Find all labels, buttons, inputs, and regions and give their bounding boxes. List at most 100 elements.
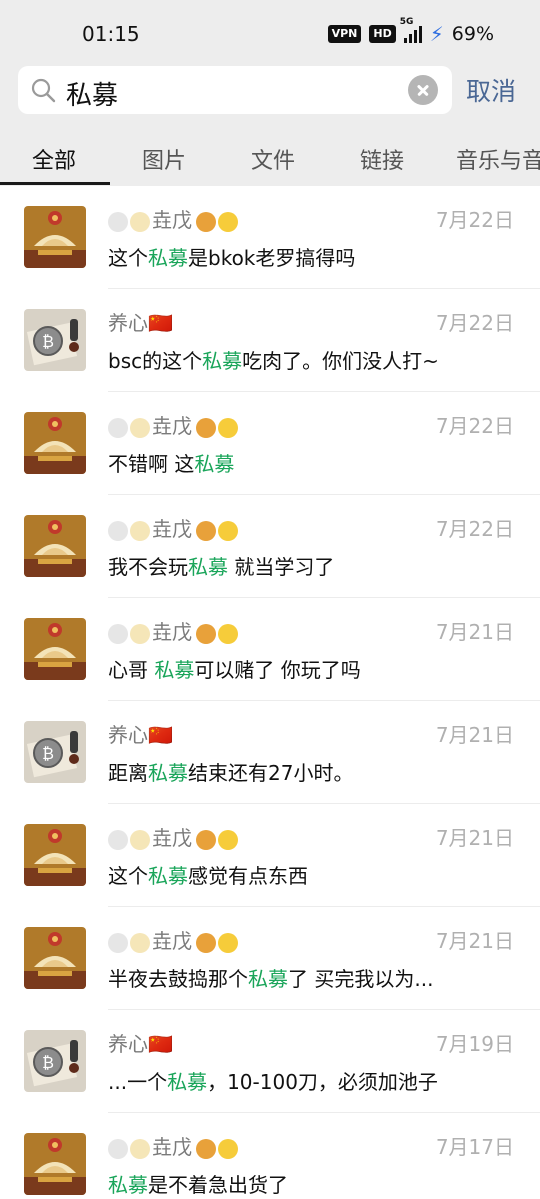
snippet-text: 结束还有27小时。 (188, 761, 354, 785)
keyword-highlight: 私募 (194, 452, 235, 476)
moon-emoji-icon (130, 932, 150, 953)
avatar (24, 1133, 86, 1195)
sender-name: 垚戊 (108, 1131, 240, 1160)
moon-emoji-icon (130, 520, 150, 541)
sender-name-text: 垚戊 (152, 826, 192, 850)
shell-emoji-icon (108, 211, 128, 232)
snippet-text: 了 买完我以为... (288, 967, 434, 991)
sender-name-text: 垚戊 (152, 208, 192, 232)
moon-emoji-icon (130, 1138, 150, 1159)
snippet-text: 距离 (108, 761, 148, 785)
sender-name: 垚戊 (108, 204, 240, 233)
sender-name: 垚戊 (108, 616, 240, 645)
avatar: ₿ (24, 309, 86, 371)
keyword-highlight: 私募 (148, 246, 188, 270)
search-result-row[interactable]: 垚戊 7月22日我不会玩私募 就当学习了 (0, 495, 540, 598)
message-snippet: bsc的这个私募吃肉了。你们没人打~ (108, 345, 439, 374)
search-result-row[interactable]: 垚戊 7月22日 这个私募是bkok老罗搞得吗 (0, 186, 540, 289)
network-type: 5G (399, 17, 414, 27)
avatar (24, 927, 86, 989)
message-snippet: 私募是不着急出货了 (108, 1169, 288, 1198)
sender-name-text: 垚戊 (152, 517, 192, 541)
keyword-highlight: 私募 (202, 349, 243, 373)
smile-emoji-icon (218, 417, 238, 438)
honey-emoji-icon (196, 932, 216, 953)
search-result-row[interactable]: 垚戊 7月22日 不错啊 这私募 (0, 392, 540, 495)
tab-all[interactable]: 全部 (32, 143, 76, 175)
sender-name: 养心🇨🇳 (108, 307, 173, 336)
smile-emoji-icon (218, 1138, 238, 1159)
snippet-text: ...一个 (108, 1070, 168, 1094)
sender-name: 养心🇨🇳 (108, 719, 173, 748)
status-bar: 01:15 VPN HD 5G ⚡ 69% (0, 0, 540, 66)
search-result-row[interactable]: 垚戊 7月21日 心哥 私募可以赌了 你玩了吗 (0, 598, 540, 701)
sender-name-text: 养心🇨🇳 (108, 311, 173, 335)
avatar: ₿ (24, 1030, 86, 1092)
smile-emoji-icon (218, 932, 238, 953)
snippet-text: ，10-100刀，必须加池子 (207, 1070, 438, 1094)
keyword-highlight: 私募 (167, 1070, 208, 1094)
clear-icon[interactable] (408, 75, 438, 105)
tab-music[interactable]: 音乐与音 (456, 143, 540, 175)
honey-emoji-icon (196, 417, 216, 438)
sender-name-text: 垚戊 (152, 929, 192, 953)
search-result-row[interactable]: ₿ 养心🇨🇳 7月21日距离私募结束还有27小时。 (0, 701, 540, 804)
sender-name-text: 养心🇨🇳 (108, 723, 173, 747)
sender-name-text: 垚戊 (152, 414, 192, 438)
tab-images[interactable]: 图片 (142, 143, 186, 175)
search-result-row[interactable]: 垚戊 7月21日 这个私募感觉有点东西 (0, 804, 540, 907)
message-snippet: 这个私募是bkok老罗搞得吗 (108, 242, 355, 271)
shell-emoji-icon (108, 417, 128, 438)
keyword-highlight: 私募 (154, 658, 195, 682)
search-results-list: 垚戊 7月22日 这个私募是bkok老罗搞得吗 ₿ 养心🇨🇳 7月22日 bsc的这个私募吃… (0, 186, 540, 1199)
sender-name: 垚戊 (108, 925, 240, 954)
honey-emoji-icon (196, 520, 216, 541)
sender-name: 养心🇨🇳 (108, 1028, 173, 1057)
search-result-row[interactable]: ₿ 养心🇨🇳 7月19日 ...一个私募，10-100刀，必须加池子 (0, 1010, 540, 1113)
message-snippet: 距离私募结束还有27小时。 (108, 757, 353, 786)
snippet-text: 我不会玩 (108, 555, 188, 579)
hd-icon: HD (369, 25, 396, 43)
message-snippet: 半夜去鼓捣那个私募了 买完我以为... (108, 963, 433, 992)
avatar (24, 515, 86, 577)
shell-emoji-icon (108, 829, 128, 850)
signal-icon: 5G (400, 17, 422, 43)
keyword-highlight: 私募 (148, 864, 188, 888)
sender-name: 垚戊 (108, 513, 240, 542)
search-result-row[interactable]: ₿ 养心🇨🇳 7月22日 bsc的这个私募吃肉了。你们没人打~ (0, 289, 540, 392)
svg-text:₿: ₿ (42, 744, 54, 763)
sender-name: 垚戊 (108, 410, 240, 439)
message-date: 7月22日 (435, 517, 514, 541)
smile-emoji-icon (218, 520, 238, 541)
search-input[interactable]: 私募 (18, 66, 452, 114)
search-header: 01:15 VPN HD 5G ⚡ 69% 私募 取消 全部 图片 文件 链接 … (0, 0, 540, 186)
shell-emoji-icon (108, 623, 128, 644)
smile-emoji-icon (218, 829, 238, 850)
sender-name-text: 垚戊 (152, 620, 192, 644)
message-date: 7月21日 (435, 723, 514, 747)
snippet-text: 吃肉了。你们没人打~ (242, 349, 439, 373)
snippet-text: 这个 (108, 246, 148, 270)
smile-emoji-icon (218, 623, 238, 644)
tab-links[interactable]: 链接 (360, 143, 404, 175)
sender-name-text: 养心🇨🇳 (108, 1032, 173, 1056)
keyword-highlight: 私募 (148, 761, 188, 785)
moon-emoji-icon (130, 417, 150, 438)
snippet-text: 是bkok老罗搞得吗 (188, 246, 356, 270)
message-snippet: 我不会玩私募 就当学习了 (108, 551, 334, 580)
avatar (24, 824, 86, 886)
message-snippet: 这个私募感觉有点东西 (108, 860, 308, 889)
search-result-row[interactable]: 垚戊 7月21日 半夜去鼓捣那个私募了 买完我以为... (0, 907, 540, 1010)
search-result-row[interactable]: 垚戊 7月17日 私募是不着急出货了 (0, 1113, 540, 1199)
snippet-text: 心哥 (108, 658, 155, 682)
shell-emoji-icon (108, 932, 128, 953)
message-snippet: ...一个私募，10-100刀，必须加池子 (108, 1066, 438, 1095)
tab-files[interactable]: 文件 (251, 143, 295, 175)
avatar: ₿ (24, 721, 86, 783)
search-query[interactable]: 私募 (66, 75, 118, 112)
snippet-text: 不错啊 这 (108, 452, 195, 476)
cancel-button[interactable]: 取消 (466, 72, 516, 108)
honey-emoji-icon (196, 1138, 216, 1159)
avatar (24, 412, 86, 474)
message-date: 7月21日 (435, 620, 514, 644)
